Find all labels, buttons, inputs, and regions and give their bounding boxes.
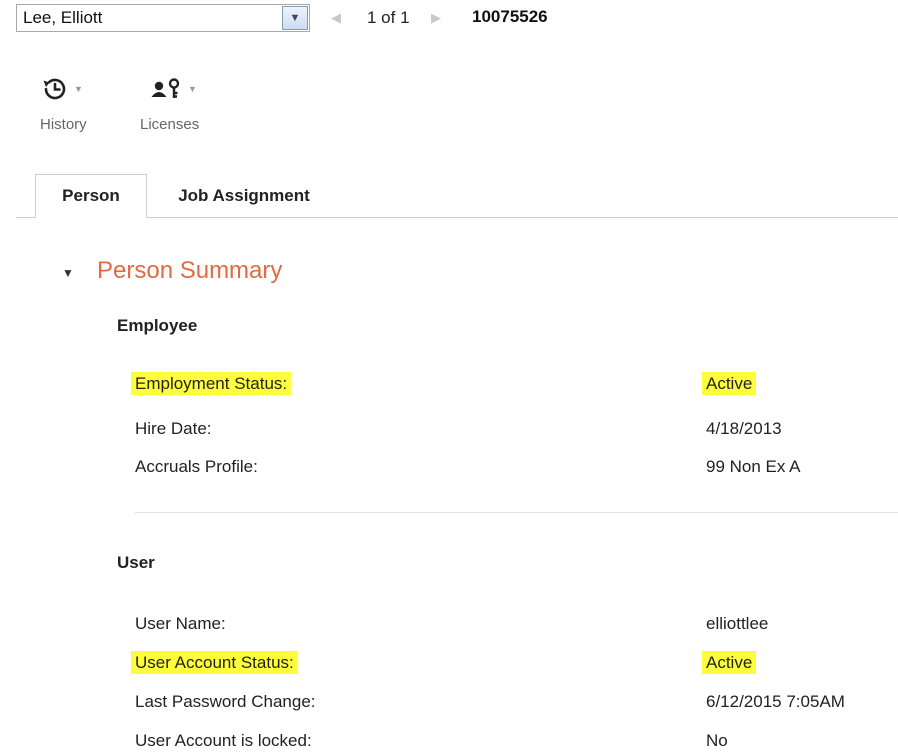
chevron-down-icon[interactable]: ▼ bbox=[282, 6, 308, 30]
licenses-button[interactable]: ▼ Licenses bbox=[140, 72, 199, 133]
row-value-last-password-change: 6/12/2015 7:05AM bbox=[706, 692, 845, 711]
person-select[interactable]: Lee, Elliott ▼ bbox=[16, 4, 310, 32]
row-label-user-account-status: User Account Status: bbox=[131, 651, 298, 674]
licenses-icon bbox=[151, 78, 180, 98]
licenses-label: Licenses bbox=[140, 116, 200, 133]
row-label-employment-status: Employment Status: bbox=[131, 372, 292, 395]
row-label-user-name: User Name: bbox=[135, 614, 226, 633]
group-title-employee: Employee bbox=[117, 316, 198, 335]
section-title[interactable]: Person Summary bbox=[97, 257, 282, 285]
row-label-account-locked: User Account is locked: bbox=[135, 731, 312, 750]
caret-down-icon: ▼ bbox=[188, 84, 197, 94]
row-value-user-account-status: Active bbox=[702, 651, 757, 674]
history-label: History bbox=[40, 116, 87, 133]
tab-person[interactable]: Person bbox=[35, 174, 147, 218]
row-value-user-name: elliottlee bbox=[706, 614, 769, 633]
row-value-account-locked: No bbox=[706, 731, 728, 750]
row-label-hire-date: Hire Date: bbox=[135, 419, 212, 438]
tab-divider bbox=[16, 217, 898, 218]
group-divider bbox=[135, 512, 898, 513]
prev-arrow-icon[interactable]: ◀ bbox=[331, 10, 341, 26]
history-icon bbox=[43, 78, 66, 100]
row-label-last-password-change: Last Password Change: bbox=[135, 692, 316, 711]
row-value-employment-status: Active bbox=[702, 372, 757, 395]
employee-id: 10075526 bbox=[472, 7, 548, 26]
row-label-accruals-profile: Accruals Profile: bbox=[135, 457, 258, 476]
tab-job-assignment[interactable]: Job Assignment bbox=[147, 174, 341, 218]
row-value-hire-date: 4/18/2013 bbox=[706, 419, 782, 438]
group-title-user: User bbox=[117, 553, 155, 572]
caret-down-icon: ▼ bbox=[74, 84, 83, 94]
person-select-value: Lee, Elliott bbox=[23, 8, 103, 27]
row-value-accruals-profile: 99 Non Ex A bbox=[706, 457, 801, 476]
next-arrow-icon[interactable]: ▶ bbox=[431, 10, 441, 26]
section-collapse-icon[interactable]: ▼ bbox=[62, 266, 74, 280]
pager-text: 1 of 1 bbox=[367, 8, 410, 27]
history-button[interactable]: ▼ History bbox=[40, 72, 87, 133]
